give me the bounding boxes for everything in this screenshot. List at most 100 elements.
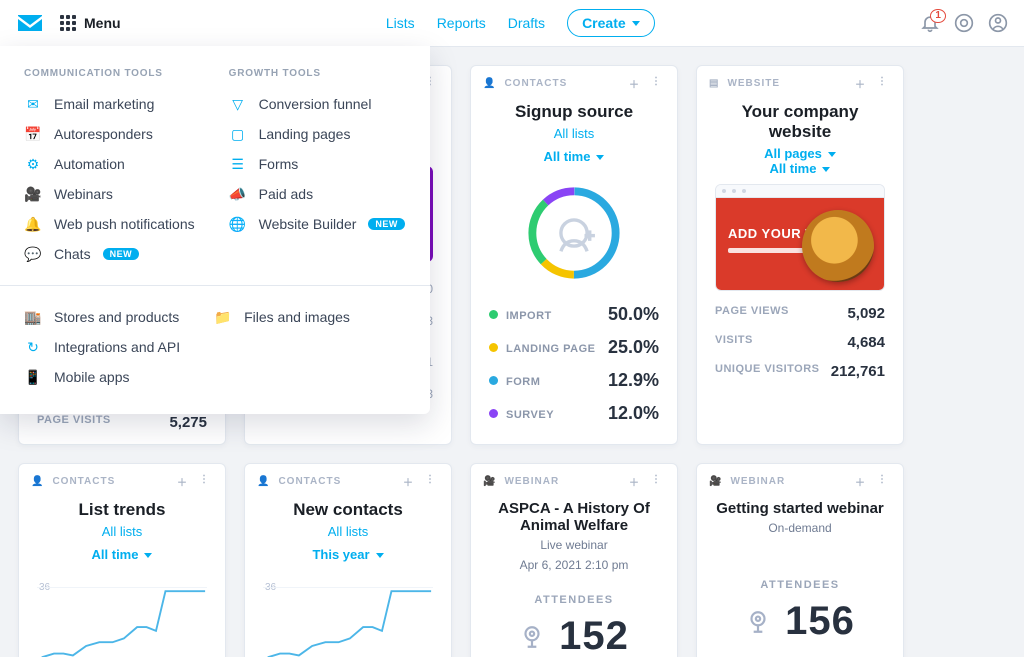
menu-item-website-builder[interactable]: 🌐Website Builder NEW <box>229 209 405 239</box>
api-icon: ↻ <box>24 338 42 356</box>
webinar-type: Live webinar <box>489 538 659 552</box>
menu-item-forms[interactable]: ☰Forms <box>229 149 405 179</box>
create-button[interactable]: Create <box>567 9 655 37</box>
add-widget-icon[interactable]: ＋ <box>855 474 869 488</box>
notifications-icon[interactable]: 1 <box>920 13 940 33</box>
add-widget-icon[interactable]: ＋ <box>629 474 643 488</box>
tab-reports[interactable]: Reports <box>437 15 486 31</box>
tab-lists[interactable]: Lists <box>386 15 415 31</box>
card-title: Your company website <box>715 102 885 142</box>
avatar-icon: 👤 <box>31 476 44 487</box>
menu-item-automation[interactable]: ⚙Automation <box>24 149 195 179</box>
webinar-when: Apr 6, 2021 2:10 pm <box>489 558 659 572</box>
dot-icon <box>489 409 498 418</box>
filter-time[interactable]: This year <box>263 539 433 562</box>
website-thumbnail[interactable]: ADD YOUR TITLE <box>715 184 885 291</box>
gear-icon: ⚙ <box>24 155 42 173</box>
card-website: ▤ WEBSITE ＋ ⋮ Your company website All pa… <box>696 65 904 445</box>
legend-row: LANDING PAGE25.0% <box>489 331 659 364</box>
page-icon: ▢ <box>229 125 247 143</box>
webcam-icon <box>519 624 545 650</box>
menu-item-mobile-apps[interactable]: 📱Mobile apps <box>24 362 180 392</box>
filter-lists[interactable]: All lists <box>263 524 433 539</box>
dot-icon <box>489 343 498 352</box>
chevron-down-icon <box>376 553 384 558</box>
menu-item-stores[interactable]: 🏬Stores and products <box>24 302 180 332</box>
placeholder-line <box>728 248 812 253</box>
section-label: CONTACTS <box>278 476 341 487</box>
add-widget-icon[interactable]: ＋ <box>177 474 191 488</box>
card-title: List trends <box>37 500 207 520</box>
card-title: ASPCA - A History Of Animal Welfare <box>489 500 659 534</box>
funnel-icon: ▽ <box>229 95 247 113</box>
donut-chart <box>489 178 659 288</box>
mobile-icon: 📱 <box>24 368 42 386</box>
menu-label: Menu <box>84 15 121 31</box>
webcam-icon: 🎥 <box>709 476 722 487</box>
add-widget-icon[interactable]: ＋ <box>855 76 869 90</box>
profile-icon[interactable] <box>988 13 1008 33</box>
menu-item-chats[interactable]: 💬Chats NEW <box>24 239 195 269</box>
menu-item-paid-ads[interactable]: 📣Paid ads <box>229 179 405 209</box>
kpi-lbl: PAGE VISITS <box>37 414 111 431</box>
more-icon[interactable]: ⋮ <box>425 474 439 488</box>
notification-badge: 1 <box>930 9 946 23</box>
more-icon[interactable]: ⋮ <box>877 474 891 488</box>
section-label: CONTACTS <box>504 78 567 89</box>
avatar-icon: 👤 <box>257 476 270 487</box>
filter-time[interactable]: All time <box>715 161 885 176</box>
card-new-contacts: 👤 CONTACTS ＋ ⋮ New contacts All lists This … <box>244 463 452 657</box>
menu-item-email-marketing[interactable]: ✉Email marketing <box>24 89 195 119</box>
card-title: New contacts <box>263 500 433 520</box>
chevron-down-icon <box>828 152 836 157</box>
filter-lists[interactable]: All lists <box>37 524 207 539</box>
menu-item-landing-pages[interactable]: ▢Landing pages <box>229 119 405 149</box>
line-chart: 36 <box>37 578 207 657</box>
card-list-trends: 👤CONTACTS＋⋮ List trends All lists All ti… <box>18 463 226 657</box>
create-label: Create <box>582 15 626 31</box>
dot-icon <box>489 310 498 319</box>
menu-item-web-push[interactable]: 🔔Web push notifications <box>24 209 195 239</box>
filter-pages[interactable]: All pages <box>715 146 885 161</box>
attendees-count: 156 <box>785 599 855 644</box>
menu-item-conversion-funnel[interactable]: ▽Conversion funnel <box>229 89 405 119</box>
section-label: WEBSITE <box>727 78 780 89</box>
pizza-icon <box>802 210 874 282</box>
dot-icon <box>489 376 498 385</box>
filter-lists[interactable]: All lists <box>489 126 659 141</box>
more-icon[interactable]: ⋮ <box>199 474 213 488</box>
menu-item-webinars[interactable]: 🎥Webinars <box>24 179 195 209</box>
nav-tabs: Lists Reports Drafts Create <box>386 9 655 37</box>
filter-time[interactable]: All time <box>489 141 659 164</box>
hero: ADD YOUR TITLE <box>716 198 884 290</box>
menu-item-autoresponders[interactable]: 📅Autoresponders <box>24 119 195 149</box>
help-icon[interactable] <box>954 13 974 33</box>
more-icon[interactable]: ⋮ <box>651 76 665 90</box>
webcam-icon <box>745 609 771 635</box>
chevron-down-icon <box>144 553 152 558</box>
more-icon[interactable]: ⋮ <box>877 76 891 90</box>
menu-item-integrations[interactable]: ↻Integrations and API <box>24 332 180 362</box>
add-widget-icon[interactable]: ＋ <box>403 474 417 488</box>
topbar-actions: 1 <box>920 13 1008 33</box>
filter-time[interactable]: All time <box>37 539 207 562</box>
menu-item-files[interactable]: 📁Files and images <box>214 302 350 332</box>
card-webinar-aspca: 🎥WEBINAR＋⋮ ASPCA - A History Of Animal W… <box>470 463 678 657</box>
new-badge: NEW <box>103 248 140 260</box>
bell-icon: 🔔 <box>24 215 42 233</box>
add-widget-icon[interactable]: ＋ <box>629 76 643 90</box>
more-icon[interactable]: ⋮ <box>651 474 665 488</box>
calendar-icon: 📅 <box>24 125 42 143</box>
app-logo[interactable] <box>16 13 44 33</box>
menu-button[interactable]: Menu <box>60 15 121 31</box>
mega-col-files: 📁Files and images <box>214 302 350 392</box>
tab-drafts[interactable]: Drafts <box>508 15 545 31</box>
mega-menu: COMMUNICATION TOOLS ✉Email marketing 📅Au… <box>0 46 430 414</box>
mega-heading-communication: COMMUNICATION TOOLS <box>24 68 195 79</box>
line-chart: 36 <box>263 578 433 657</box>
mega-col-ecommerce: 🏬Stores and products ↻Integrations and A… <box>24 302 180 392</box>
store-icon: 🏬 <box>24 308 42 326</box>
webcam-icon: 🎥 <box>24 185 42 203</box>
new-badge: NEW <box>368 218 405 230</box>
browser-icon: ▤ <box>709 78 719 89</box>
